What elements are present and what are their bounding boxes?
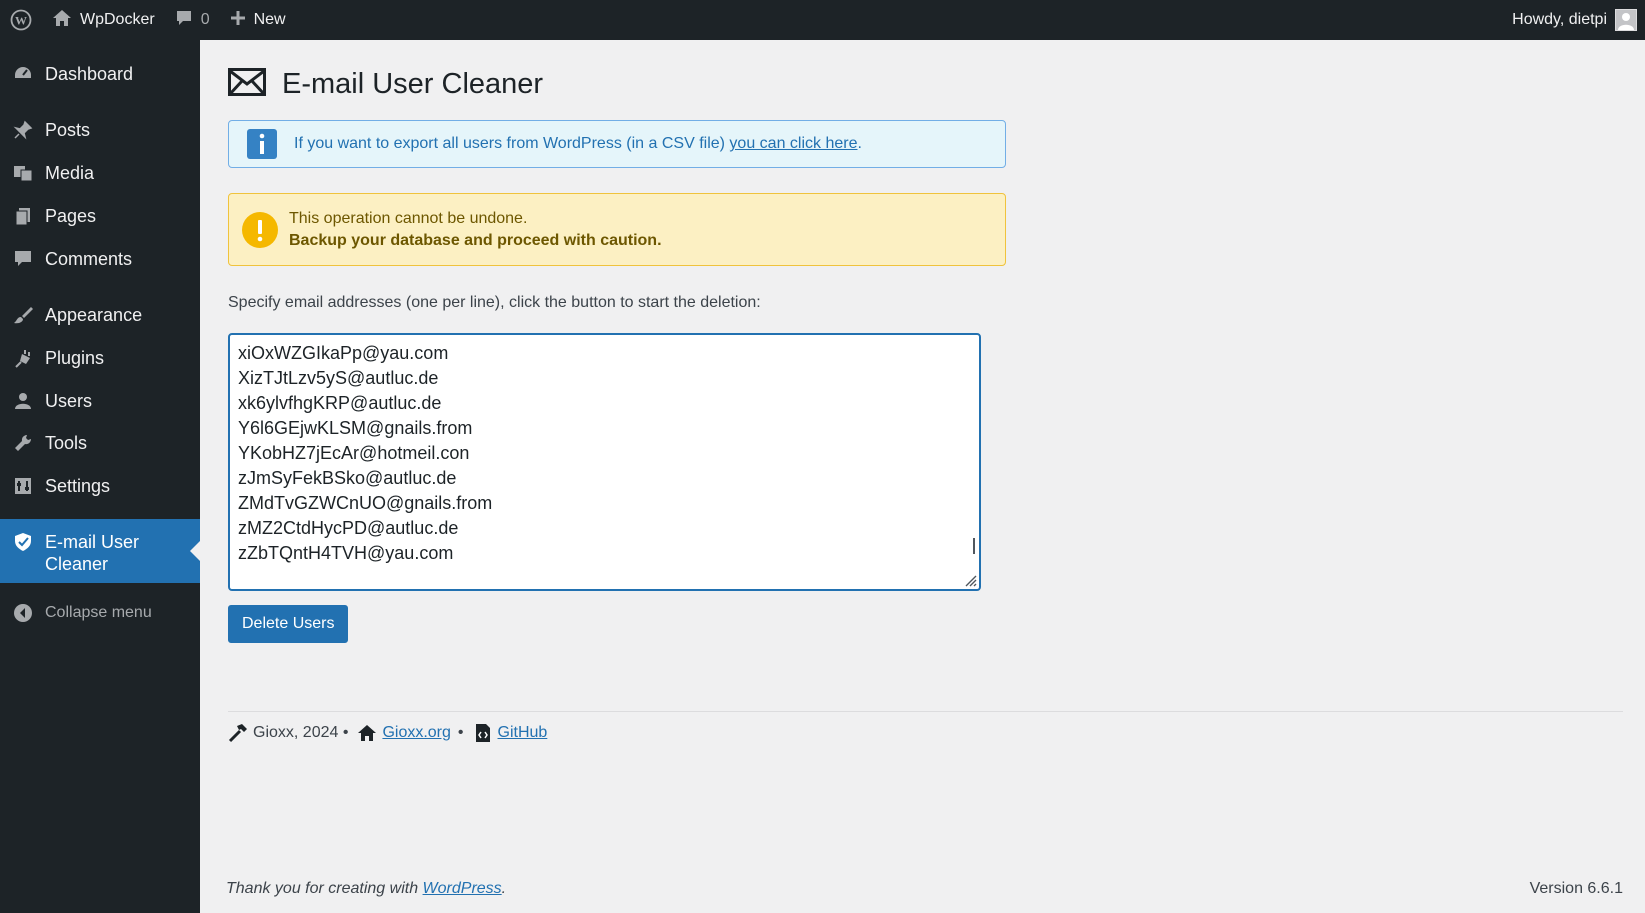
new-content-link[interactable]: New — [220, 0, 296, 40]
sidebar-item-media[interactable]: Media — [0, 156, 200, 190]
sidebar-item-tools[interactable]: Tools — [0, 426, 200, 460]
credits-author: Gioxx, 2024 • — [253, 724, 349, 741]
warning-icon — [241, 211, 279, 249]
plus-icon — [230, 10, 246, 31]
email-list-textarea[interactable]: xiOxWZGIkaPp@yau.com XizTJtLzv5yS@autluc.… — [228, 333, 981, 591]
email-line: zMZ2CtdHycPD@autluc.de — [238, 518, 459, 538]
email-line: zJmSyFekBSko@autluc.de — [238, 468, 457, 488]
sidebar-item-label-line1: E-mail User — [45, 532, 140, 552]
sidebar-item-label: Tools — [45, 432, 88, 453]
hammer-icon — [228, 723, 248, 743]
admin-sidebar: Dashboard Posts Media Pages Comments App… — [0, 40, 200, 913]
wrench-icon — [12, 432, 34, 454]
info-message: If you want to export all users from Wor… — [294, 135, 730, 152]
sidebar-item-label: E-mail User Cleaner — [45, 531, 139, 575]
resize-handle-icon[interactable] — [961, 571, 977, 587]
comments-count: 0 — [200, 11, 210, 28]
collapse-menu-button[interactable]: Collapse menu — [0, 593, 200, 633]
site-name: WpDocker — [80, 11, 155, 28]
admin-bar: W WpDocker 0 New Howdy, dietpi — [0, 0, 1645, 40]
sidebar-item-label: Plugins — [45, 347, 105, 368]
site-name-link[interactable]: WpDocker — [42, 0, 165, 40]
settings-icon — [12, 475, 34, 497]
email-list: xiOxWZGIkaPp@yau.com XizTJtLzv5yS@autluc.… — [230, 335, 979, 572]
sidebar-item-settings[interactable]: Settings — [0, 469, 200, 503]
avatar — [1615, 9, 1637, 31]
info-icon — [247, 129, 277, 159]
user-icon — [12, 390, 34, 412]
paintbrush-icon — [12, 304, 34, 326]
comment-icon — [175, 9, 193, 32]
shield-icon — [12, 531, 34, 553]
credits-separator: • — [457, 724, 464, 741]
github-link[interactable]: GitHub — [498, 724, 548, 742]
email-line: Y6l6GEjwKLSM@gnails.from — [238, 418, 473, 438]
email-line: xiOxWZGIkaPp@yau.com — [238, 343, 449, 363]
email-line: YKobHZ7jEcAr@hotmeil.con — [238, 443, 470, 463]
warning-line2: Backup your database and proceed with ca… — [289, 231, 662, 249]
sidebar-item-dashboard[interactable]: Dashboard — [0, 56, 200, 92]
textarea-scrollbar[interactable] — [973, 538, 975, 554]
sidebar-item-label: Dashboard — [45, 63, 134, 84]
sidebar-item-label: Settings — [45, 475, 111, 496]
collapse-menu-label: Collapse menu — [45, 604, 152, 621]
sidebar-item-label: Appearance — [45, 304, 143, 325]
email-line: xk6ylvfhgKRP@autluc.de — [238, 393, 442, 413]
sidebar-item-appearance[interactable]: Appearance — [0, 298, 200, 332]
sidebar-item-label: Posts — [45, 119, 91, 140]
howdy-text: Howdy, dietpi — [1512, 11, 1607, 28]
collapse-arrow-icon — [12, 602, 34, 624]
home-icon — [357, 723, 377, 743]
pages-icon — [12, 205, 34, 227]
sidebar-item-label: Pages — [45, 205, 97, 226]
sidebar-item-users[interactable]: Users — [0, 384, 200, 418]
warning-line1: This operation cannot be undone. — [289, 209, 528, 227]
footer-separator — [228, 711, 1623, 712]
email-line: zZbTQntH4TVH@yau.com — [238, 543, 454, 563]
warning-notice: This operation cannot be undone. Backup … — [228, 193, 1006, 266]
media-icon — [12, 162, 34, 184]
new-label: New — [253, 11, 286, 28]
wordpress-logo-icon[interactable]: W — [0, 0, 42, 40]
sidebar-item-email-user-cleaner[interactable]: E-mail User Cleaner — [0, 519, 200, 583]
pin-icon — [12, 119, 34, 141]
email-line: XizTJtLzv5yS@autluc.de — [238, 368, 439, 388]
page-header: E-mail User Cleaner — [228, 68, 543, 101]
sidebar-item-label: Comments — [45, 248, 133, 269]
sidebar-item-pages[interactable]: Pages — [0, 199, 200, 233]
sidebar-item-label-line2: Cleaner — [45, 554, 109, 574]
my-account-link[interactable]: Howdy, dietpi — [1502, 0, 1645, 40]
info-notice: If you want to export all users from Wor… — [228, 120, 1006, 168]
home-icon — [52, 9, 72, 32]
comment-icon — [12, 248, 34, 270]
footer-version: Version 6.6.1 — [1529, 880, 1623, 897]
info-suffix: . — [857, 135, 862, 152]
info-text: If you want to export all users from Wor… — [294, 135, 862, 153]
instructions-text: Specify email addresses (one per line), … — [228, 294, 761, 311]
sidebar-item-comments[interactable]: Comments — [0, 242, 200, 276]
warning-text: This operation cannot be undone. Backup … — [289, 208, 662, 252]
comments-link[interactable]: 0 — [165, 0, 220, 40]
sidebar-item-label: Users — [45, 390, 93, 411]
svg-text:W: W — [15, 14, 27, 28]
github-code-icon — [473, 723, 493, 743]
export-users-link[interactable]: you can click here — [729, 135, 857, 152]
delete-users-button[interactable]: Delete Users — [228, 605, 349, 643]
footer-thanks-text: Thank you for creating with — [226, 880, 423, 897]
gioxx-site-link[interactable]: Gioxx.org — [382, 724, 450, 742]
plugin-icon — [12, 347, 34, 369]
dashboard-icon — [12, 63, 34, 85]
page-title: E-mail User Cleaner — [282, 68, 544, 100]
sidebar-item-plugins[interactable]: Plugins — [0, 341, 200, 375]
sidebar-item-posts[interactable]: Posts — [0, 113, 200, 147]
sidebar-item-label: Media — [45, 162, 95, 183]
footer-thankyou: Thank you for creating with WordPress. — [226, 880, 506, 898]
email-line: ZMdTvGZWCnUO@gnails.from — [238, 493, 493, 513]
footer-thanks-suffix: . — [501, 880, 507, 897]
wordpress-link[interactable]: WordPress — [423, 880, 502, 897]
plugin-credits: Gioxx, 2024 • Gioxx.org • GitHub — [228, 723, 547, 743]
envelope-icon — [228, 68, 266, 101]
